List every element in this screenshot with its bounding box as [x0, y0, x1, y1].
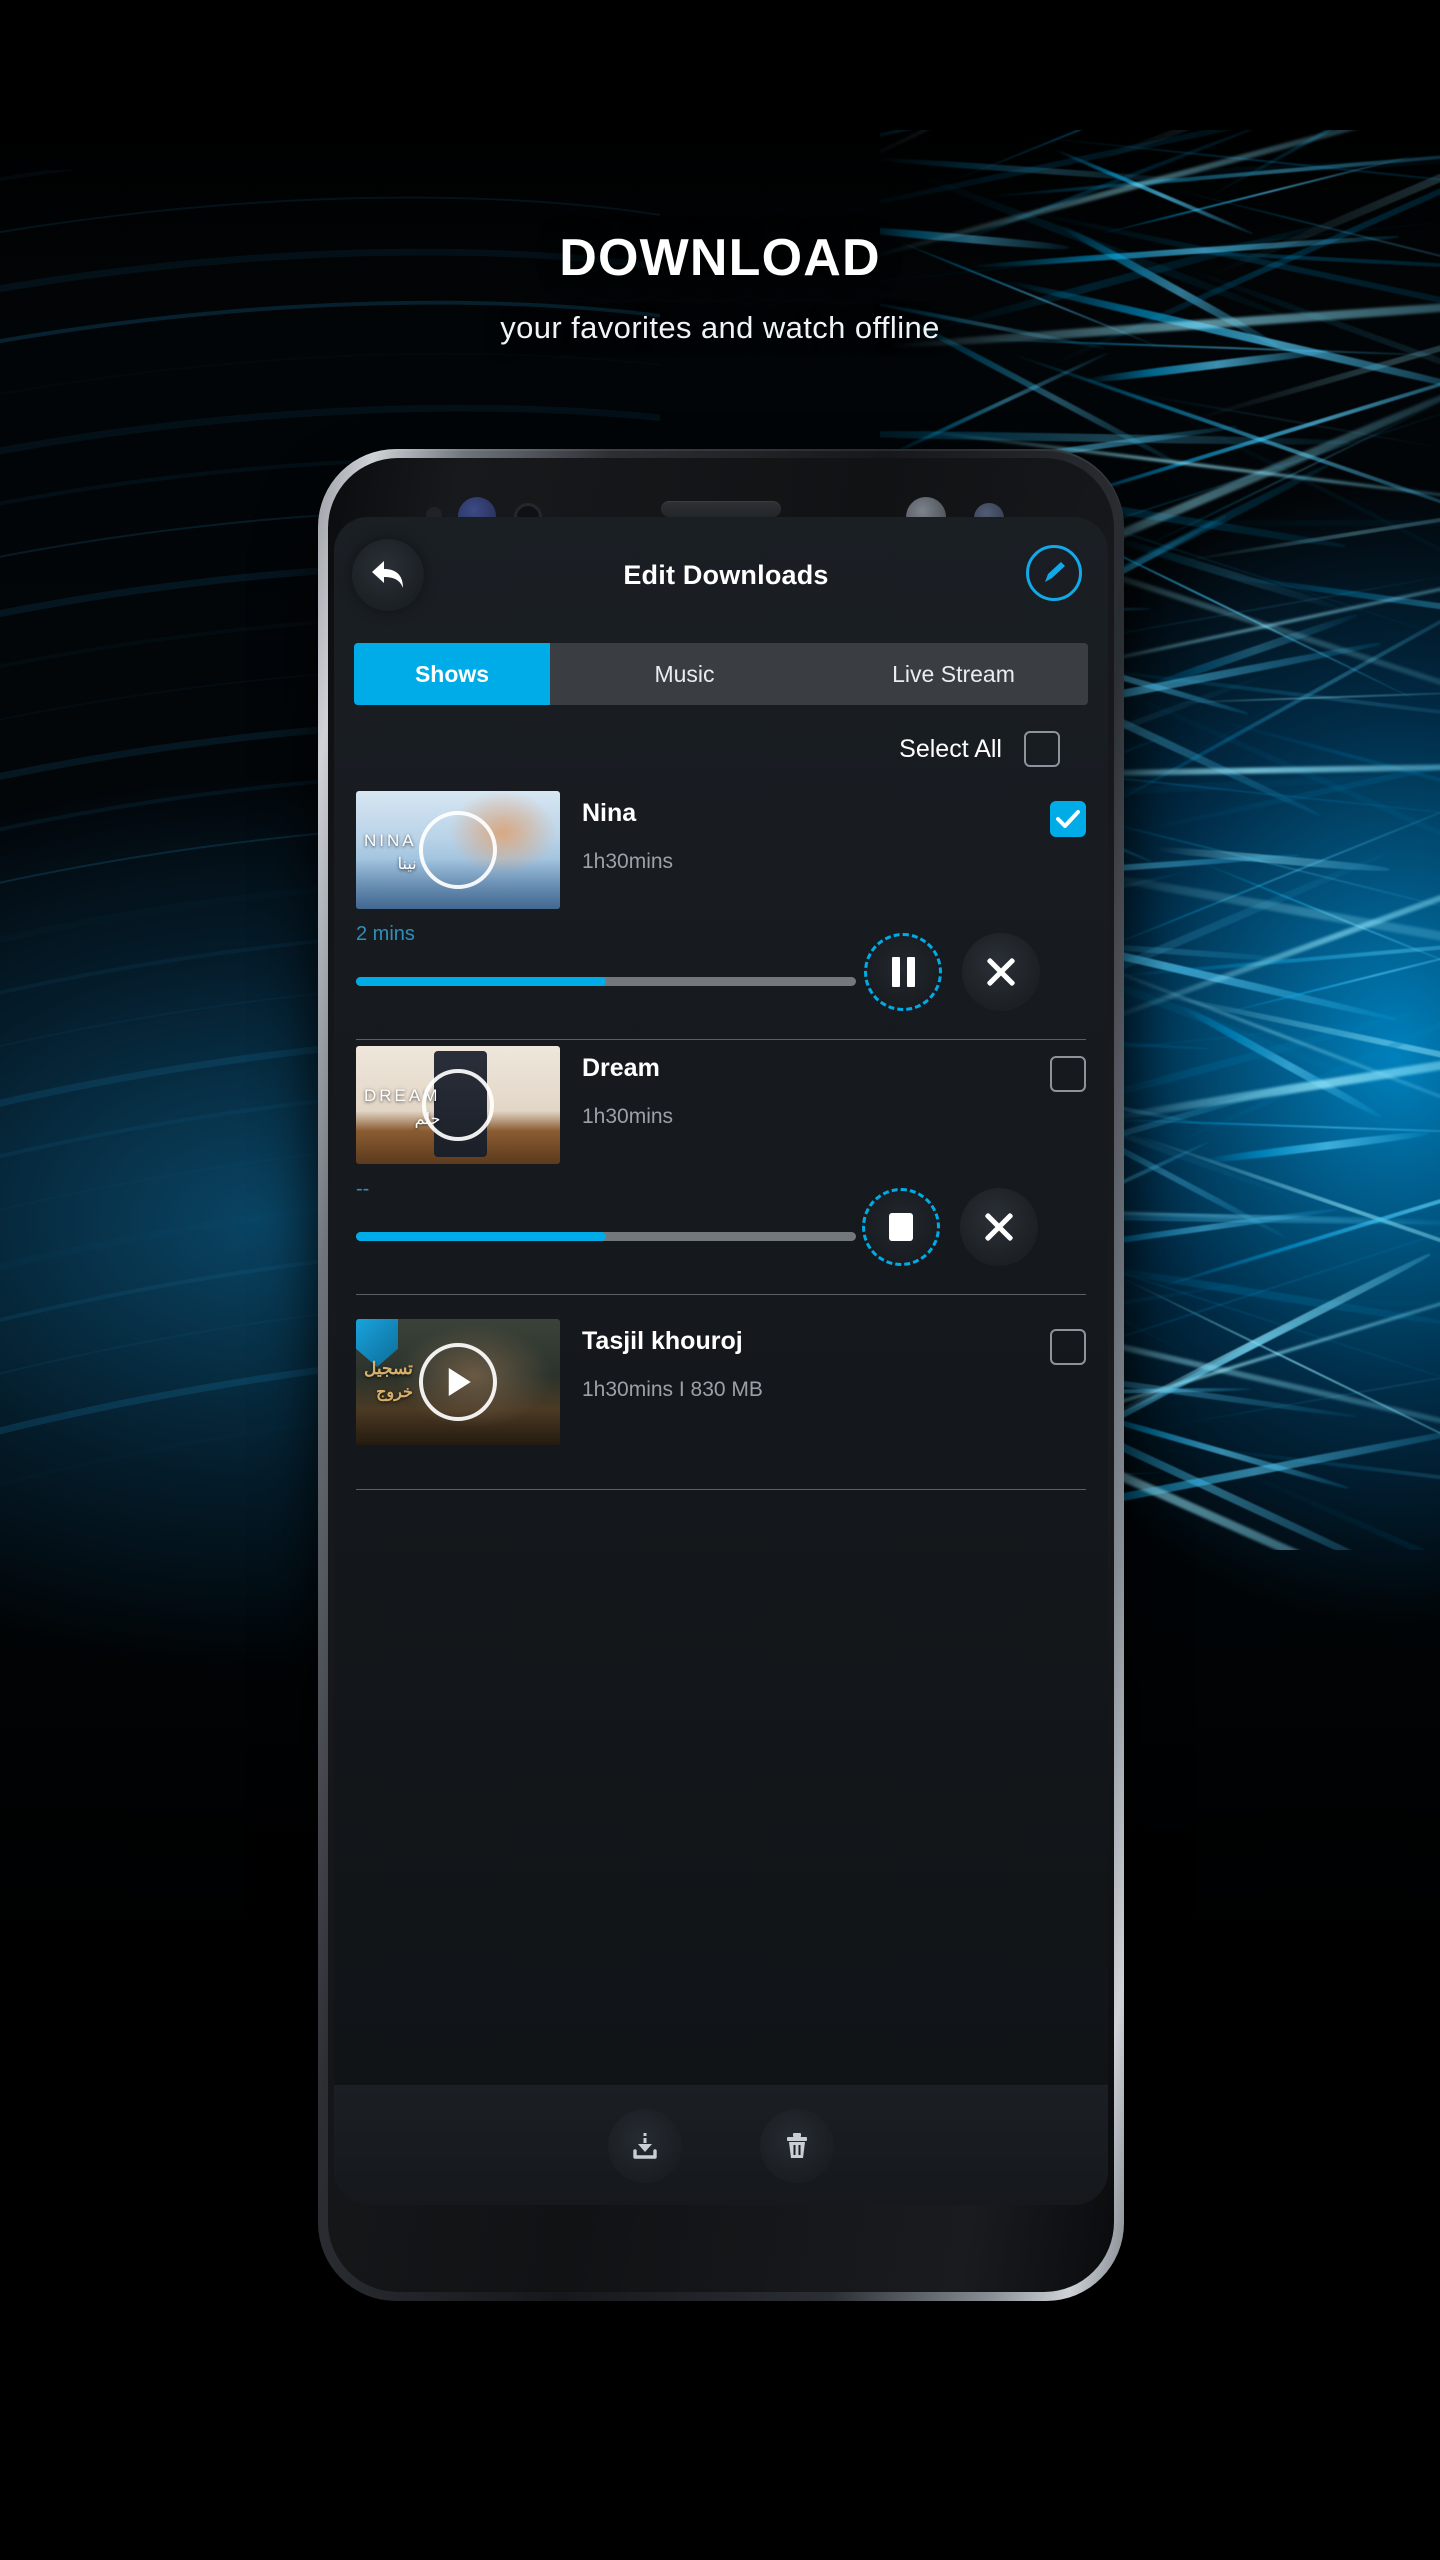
promo-text-block: DOWNLOAD your favorites and watch offlin…: [0, 232, 1440, 346]
list-divider: [356, 1489, 1086, 1490]
download-list: NINA نينا Nina 1h30mins 2 mins DREAM حلم…: [334, 785, 1108, 2085]
pencil-edit-icon: [1045, 562, 1065, 582]
progress-fill: [356, 977, 606, 986]
tab-bar: Shows Music Live Stream: [354, 643, 1088, 705]
phone-mockup: Edit Downloads Shows Music Live Stream S…: [318, 449, 1124, 2319]
item-thumbnail[interactable]: تسجيل خروج: [356, 1319, 560, 1445]
stop-button[interactable]: [862, 1188, 940, 1266]
bottom-action-bar: [334, 2085, 1108, 2205]
progress-track[interactable]: [356, 1232, 856, 1241]
cancel-download-button[interactable]: [962, 933, 1040, 1011]
play-circle-icon[interactable]: [419, 1343, 497, 1421]
select-all-label: Select All: [899, 734, 1002, 763]
promo-title: DOWNLOAD: [559, 229, 881, 287]
tab-live-stream[interactable]: Live Stream: [819, 643, 1088, 705]
back-button[interactable]: [352, 539, 424, 611]
play-circle-icon: [422, 1069, 494, 1141]
check-icon: [1056, 810, 1080, 828]
item-thumbnail[interactable]: DREAM حلم: [356, 1046, 560, 1164]
item-title: Tasjil khouroj: [582, 1327, 743, 1355]
item-meta: Nina 1h30mins: [582, 791, 1028, 874]
item-subtitle: 1h30mins I 830 MB: [582, 1378, 763, 1401]
list-item-main[interactable]: تسجيل خروج Tasjil khouroj 1h30mins I 830…: [356, 1295, 1086, 1445]
earpiece-speaker: [661, 501, 781, 517]
play-triangle-icon: [448, 1368, 471, 1396]
item-meta: Dream 1h30mins: [582, 1046, 1028, 1129]
thumbnail-title: تسجيل خروج: [364, 1359, 413, 1402]
delete-button[interactable]: [760, 2108, 834, 2183]
progress-track[interactable]: [356, 977, 856, 986]
tab-shows[interactable]: Shows: [354, 643, 550, 705]
thumbnail-title-latin: تسجيل: [364, 1359, 413, 1378]
download-button[interactable]: [608, 2108, 682, 2183]
item-title: Dream: [582, 1054, 660, 1082]
thumbnail-title: NINA نينا: [364, 831, 417, 874]
download-icon: [633, 2132, 657, 2159]
item-progress-row: 2 mins: [356, 915, 1086, 1035]
progress-status-text: --: [356, 1178, 370, 1200]
select-all-row[interactable]: Select All: [334, 705, 1086, 785]
item-progress-row: --: [356, 1170, 1086, 1290]
progress-fill: [356, 1232, 606, 1241]
item-thumbnail[interactable]: NINA نينا: [356, 791, 560, 909]
list-item-main[interactable]: DREAM حلم Dream 1h30mins: [356, 1040, 1086, 1164]
item-checkbox-wrap: [1050, 1046, 1086, 1092]
app-root: Edit Downloads Shows Music Live Stream S…: [334, 517, 1108, 2205]
back-arrow-icon: [372, 561, 403, 588]
pause-button[interactable]: [864, 933, 942, 1011]
list-item-main[interactable]: NINA نينا Nina 1h30mins: [356, 785, 1086, 909]
item-subtitle: 1h30mins: [582, 850, 674, 873]
thumbnail-title-latin: NINA: [364, 831, 417, 850]
page-title: Edit Downloads: [623, 559, 829, 590]
item-title: Nina: [582, 799, 637, 827]
promo-screenshot: DOWNLOAD your favorites and watch offlin…: [0, 0, 1440, 2560]
tab-music[interactable]: Music: [550, 643, 819, 705]
close-icon: [984, 955, 1018, 989]
trash-icon: [787, 2132, 807, 2158]
item-checkbox[interactable]: [1050, 801, 1086, 837]
app-header: Edit Downloads: [334, 517, 1108, 633]
promo-subtitle: your favorites and watch offline: [500, 310, 940, 345]
list-item: تسجيل خروج Tasjil khouroj 1h30mins I 830…: [356, 1295, 1086, 1490]
close-icon: [982, 1210, 1016, 1244]
progress-status-text: 2 mins: [356, 923, 415, 945]
stop-icon: [889, 1213, 913, 1241]
edit-button[interactable]: [1026, 545, 1082, 601]
select-all-checkbox[interactable]: [1024, 731, 1060, 767]
thumbnail-title-arabic: خروج: [376, 1384, 413, 1401]
thumbnail-title-arabic: نينا: [397, 856, 417, 873]
item-subtitle: 1h30mins: [582, 1105, 674, 1128]
item-checkbox-wrap: [1050, 1319, 1086, 1365]
pause-icon: [891, 957, 915, 987]
item-checkbox[interactable]: [1050, 1056, 1086, 1092]
item-meta: Tasjil khouroj 1h30mins I 830 MB: [582, 1319, 1028, 1402]
cancel-download-button[interactable]: [960, 1188, 1038, 1266]
item-checkbox-wrap: [1050, 791, 1086, 837]
letterbox-bottom: [0, 2350, 1440, 2560]
phone-screen: Edit Downloads Shows Music Live Stream S…: [334, 517, 1108, 2205]
letterbox-top: [0, 0, 1440, 112]
play-circle-icon: [419, 811, 497, 889]
item-checkbox[interactable]: [1050, 1329, 1086, 1365]
list-item: DREAM حلم Dream 1h30mins --: [356, 1040, 1086, 1295]
list-item: NINA نينا Nina 1h30mins 2 mins: [356, 785, 1086, 1040]
